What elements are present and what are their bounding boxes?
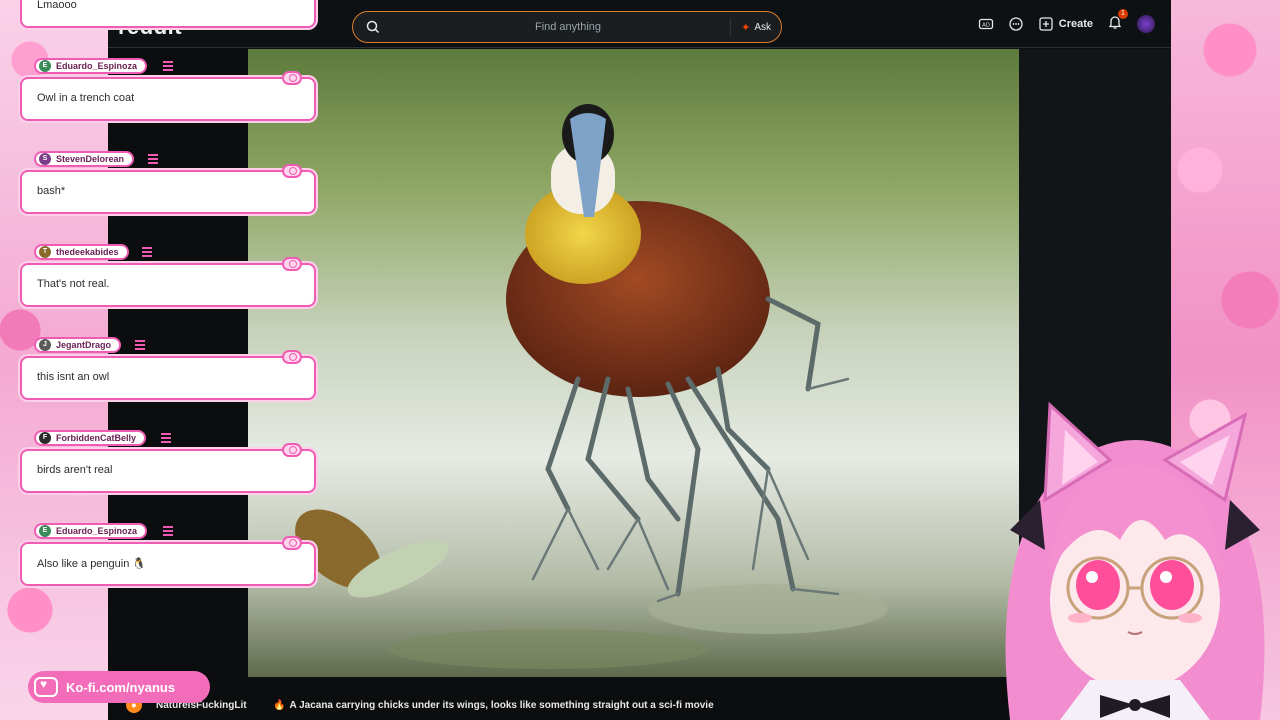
chat-username: ForbiddenCatBelly — [56, 433, 137, 443]
user-badge-icon: T — [39, 246, 51, 258]
chat-username-tag: J JegantDrago — [34, 337, 122, 353]
heart-icon — [282, 71, 302, 85]
chat-username: Eduardo_Espinoza — [56, 61, 138, 71]
chat-message-text: That's not real. — [37, 278, 110, 290]
menu-icon — [163, 526, 173, 536]
heart-icon — [282, 257, 302, 271]
chat-overlay: Lmaooo E Eduardo_Espinoza Owl in a trenc… — [0, 0, 330, 720]
chat-message: this isnt an owl — [20, 350, 316, 400]
user-badge-icon: E — [39, 525, 51, 537]
heart-icon — [282, 443, 302, 457]
heart-icon — [282, 350, 302, 364]
chat-message: birds aren't real — [20, 443, 316, 493]
chat-username-tag: F ForbiddenCatBelly — [34, 430, 147, 446]
kofi-label: Ko-fi.com/nyanus — [66, 679, 176, 695]
advertise-icon[interactable]: AD — [978, 16, 994, 32]
search-bar[interactable]: ✦ Ask — [352, 11, 782, 43]
notification-badge: 1 — [1118, 9, 1128, 19]
chat-message: Owl in a trench coat — [20, 71, 316, 121]
jacana-photo — [295, 104, 888, 669]
heart-icon — [282, 164, 302, 178]
chat-message-text: Lmaooo — [37, 0, 77, 11]
chat-username: JegantDrago — [56, 340, 112, 350]
svg-text:AD: AD — [982, 22, 990, 28]
search-input[interactable] — [393, 18, 743, 36]
chat-message-text: Also like a penguin 🐧 — [37, 558, 147, 570]
chat-message: That's not real. — [20, 257, 316, 307]
ask-label: Ask — [754, 21, 771, 33]
streamer-character-illustration — [1005, 401, 1265, 720]
menu-icon — [148, 154, 158, 164]
menu-icon — [163, 61, 173, 71]
chat-username-tag: S StevenDelorean — [34, 151, 135, 167]
chat-message: bash* — [20, 164, 316, 214]
menu-icon — [135, 340, 145, 350]
create-label: Create — [1058, 17, 1093, 30]
plus-icon — [1039, 16, 1053, 31]
user-badge-icon: J — [39, 339, 51, 351]
chat-username: StevenDelorean — [56, 154, 125, 164]
chat-username-tag: T thedeekabides — [34, 244, 129, 260]
user-badge-icon: F — [39, 432, 51, 444]
answers-icon: ✦ — [741, 21, 751, 34]
chat-username-tag: E Eduardo_Espinoza — [34, 523, 148, 539]
vtuber-avatar — [990, 400, 1280, 720]
user-badge-icon: E — [39, 60, 51, 72]
kofi-link[interactable]: Ko-fi.com/nyanus — [28, 671, 210, 703]
create-button[interactable]: Create — [1038, 16, 1093, 32]
user-avatar[interactable] — [1137, 14, 1155, 33]
notifications-button[interactable]: 1 — [1107, 9, 1128, 33]
chat-message: Lmaooo — [20, 0, 316, 28]
chat-message-text: this isnt an owl — [37, 371, 110, 383]
menu-icon — [161, 433, 171, 443]
chat-message-text: bash* — [37, 185, 66, 197]
chat-message-text: Owl in a trench coat — [37, 92, 135, 104]
chat-message-text: birds aren't real — [37, 464, 113, 476]
chat-username: thedeekabides — [56, 247, 119, 257]
search-icon — [366, 20, 380, 34]
chat-message: Also like a penguin 🐧 — [20, 536, 316, 586]
post-image[interactable] — [248, 49, 1019, 677]
chat-username: Eduardo_Espinoza — [56, 526, 138, 536]
post-title-wrapper[interactable]: 🔥 A Jacana carrying chicks under its win… — [273, 700, 714, 711]
kofi-cup-icon — [34, 677, 58, 697]
ask-button[interactable]: ✦ Ask — [730, 18, 771, 36]
heart-icon — [282, 536, 302, 550]
top-actions: AD Create 1 — [978, 9, 1155, 33]
user-badge-icon: S — [39, 153, 51, 165]
chat-icon[interactable] — [1008, 16, 1024, 32]
menu-icon — [142, 247, 152, 257]
post-title: A Jacana carrying chicks under its wings… — [289, 700, 714, 711]
chat-username-tag: E Eduardo_Espinoza — [34, 58, 148, 74]
